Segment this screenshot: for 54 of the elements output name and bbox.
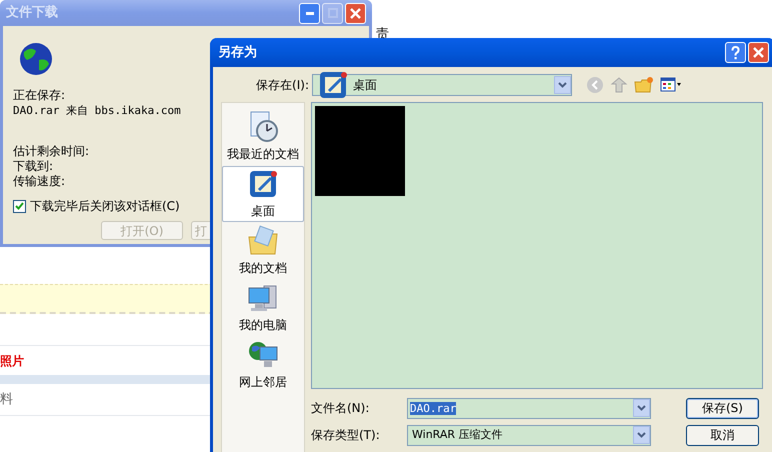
place-item[interactable]: 我最近的文档	[222, 109, 304, 165]
place-item[interactable]: 我的文档	[222, 223, 304, 279]
page-text: 料	[0, 390, 13, 409]
file-type-label: 保存类型(T):	[311, 427, 381, 444]
file-source: DAO.rar 来自 bbs.ikaka.com	[13, 103, 181, 118]
place-label: 网上邻居	[239, 374, 287, 391]
chevron-down-icon	[637, 432, 646, 438]
new-folder-icon[interactable]	[634, 76, 654, 94]
save-in-label: 保存在(I):	[255, 77, 310, 94]
minimize-icon	[306, 12, 314, 14]
dropdown-arrow-button[interactable]	[554, 76, 571, 94]
chevron-down-icon	[637, 405, 646, 411]
place-label: 桌面	[251, 203, 275, 220]
desktop-icon	[247, 168, 279, 200]
globe-icon	[19, 42, 53, 76]
close-button[interactable]	[345, 2, 366, 24]
window-title: 另存为	[218, 44, 257, 62]
window-title: 文件下载	[6, 4, 58, 22]
checkbox-label: 下载完毕后关闭该对话框(C)	[30, 198, 180, 215]
view-menu-icon[interactable]	[660, 77, 682, 93]
close-icon	[753, 47, 764, 58]
check-icon	[15, 202, 24, 210]
maximize-icon	[328, 8, 338, 18]
place-item[interactable]: 网上邻居	[222, 337, 304, 393]
folder-icon	[247, 225, 279, 257]
chevron-down-icon	[558, 82, 567, 88]
field-label: 下载到:	[13, 159, 54, 174]
page-link[interactable]: 照片	[0, 352, 24, 370]
dropdown-arrow-button[interactable]	[633, 426, 650, 444]
dropdown-value: 桌面	[353, 77, 378, 94]
saving-label: 正在保存:	[13, 88, 66, 103]
place-label: 我的电脑	[239, 317, 287, 334]
field-label: 估计剩余时间:	[13, 144, 90, 159]
save-in-dropdown[interactable]: 桌面	[312, 74, 572, 96]
field-value: DAO.rar	[410, 400, 458, 417]
file-name-label: 文件名(N):	[311, 400, 370, 417]
help-button[interactable]	[725, 42, 746, 63]
close-button[interactable]	[748, 42, 769, 63]
dropdown-value: WinRAR 压缩文件	[412, 426, 504, 443]
desktop-icon	[317, 69, 349, 101]
checkbox[interactable]	[13, 200, 26, 212]
dropdown-arrow-button[interactable]	[633, 399, 650, 417]
place-label: 我最近的文档	[227, 146, 299, 163]
cancel-button[interactable]: 取消	[686, 424, 759, 446]
save-button[interactable]: 保存(S)	[686, 398, 759, 418]
help-icon	[731, 46, 740, 60]
place-item[interactable]: 桌面	[222, 166, 304, 222]
close-icon	[350, 8, 361, 18]
file-name-field[interactable]: DAO.rar	[407, 398, 651, 418]
place-item[interactable]: 我的电脑	[222, 280, 304, 336]
place-label: 我的文档	[239, 260, 287, 277]
field-label: 传输速度:	[13, 174, 66, 189]
file-type-dropdown[interactable]: WinRAR 压缩文件	[407, 424, 651, 446]
minimize-button[interactable]	[299, 2, 320, 24]
